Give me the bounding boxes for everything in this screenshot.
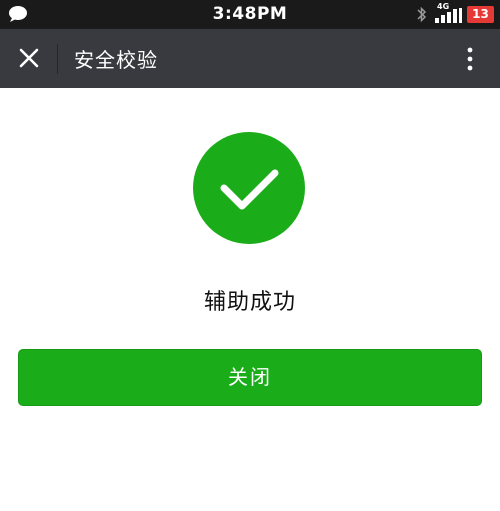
close-action-button[interactable]: 关闭 (18, 349, 482, 406)
status-bar: 3:48PM 4G 13 (0, 0, 500, 29)
more-menu-button[interactable] (454, 38, 486, 80)
bluetooth-icon (416, 6, 427, 23)
more-vertical-icon (454, 47, 486, 84)
close-icon (8, 48, 50, 83)
title-divider (57, 44, 58, 74)
result-message: 辅助成功 (203, 290, 296, 315)
signal-bars-icon (435, 8, 463, 23)
screen: 3:48PM 4G 13 安全校验 辅助成功 关闭 (0, 0, 500, 511)
title-bar: 安全校验 (0, 29, 500, 88)
battery-indicator: 13 (467, 6, 494, 23)
success-badge (193, 132, 305, 244)
page-title: 安全校验 (74, 48, 158, 72)
close-button[interactable] (8, 37, 50, 79)
